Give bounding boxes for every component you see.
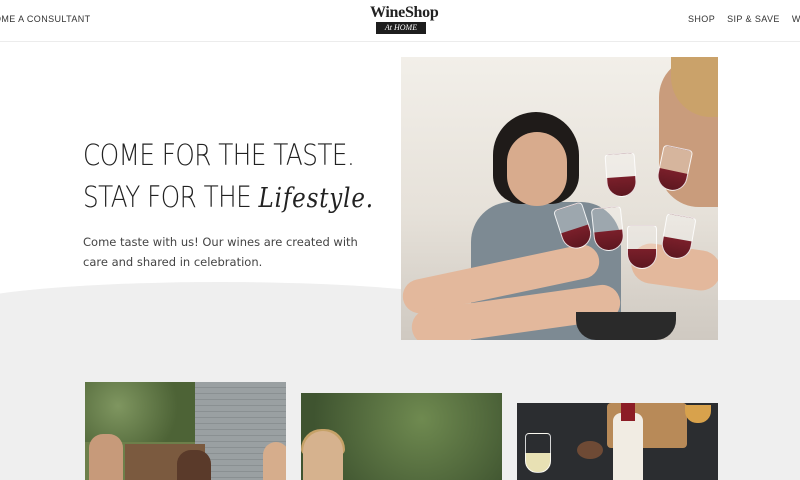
nav-sip-save[interactable]: SIP & SAVE [727,14,780,24]
hero-toast-photo [401,57,718,340]
hero-headline: COME FOR THE TASTE. STAY FOR THE Lifesty… [83,134,374,220]
headline-line-2-text: STAY FOR THE [83,180,259,214]
nav-become-consultant[interactable]: OME A CONSULTANT [0,14,91,24]
site-logo[interactable]: WineShop At HOME [370,4,439,35]
nav-shop[interactable]: SHOP [688,14,715,24]
headline-line-1: COME FOR THE TASTE. [83,138,355,172]
card-woman-photo[interactable] [301,393,502,480]
site-header: OME A CONSULTANT WineShop At HOME SHOP S… [0,0,800,42]
headline-script-word: Lifestyle. [258,183,374,214]
nav-wine-club[interactable]: WINE C [792,14,800,24]
logo-subtitle: At HOME [376,22,426,34]
main-nav: SHOP SIP & SAVE WINE C [688,14,800,24]
logo-wordmark: WineShop [370,4,439,21]
headline-line-2: STAY FOR THE Lifestyle. [83,176,374,220]
card-friends-photo[interactable] [85,382,286,480]
card-wine-table-photo[interactable] [517,403,718,480]
hero-description: Come taste with us! Our wines are create… [83,235,358,269]
